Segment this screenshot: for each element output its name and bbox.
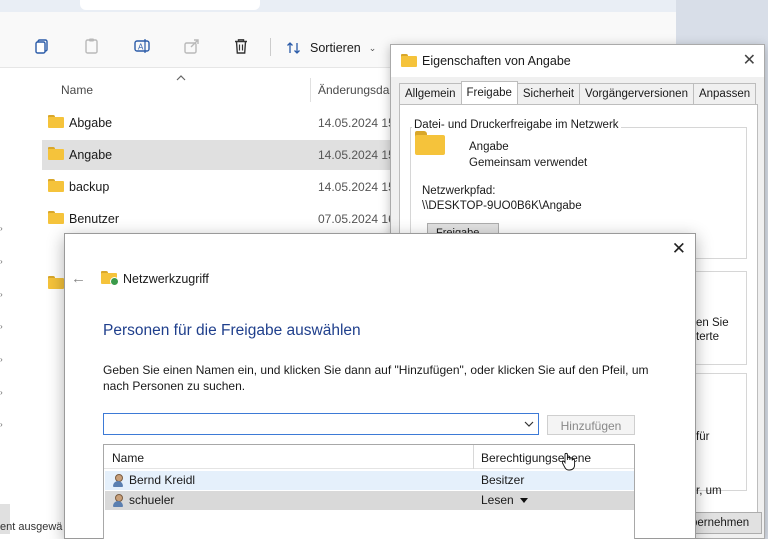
advanced-share-text-1: en Sie xyxy=(696,317,729,329)
delete-button[interactable] xyxy=(231,36,251,56)
tab-freigabe[interactable]: Freigabe xyxy=(460,81,518,105)
share-icon xyxy=(184,39,199,54)
permissions-list-header: Name Berechtigungsebene xyxy=(104,445,634,469)
file-row-backup[interactable]: backup 14.05.2024 15: xyxy=(42,172,390,202)
tab-allgemein[interactable]: Allgemein xyxy=(399,83,462,105)
user-permission: Lesen xyxy=(481,493,514,507)
network-share-icon xyxy=(101,271,119,287)
file-row-angabe[interactable]: Angabe 14.05.2024 15: xyxy=(42,140,390,170)
file-date: 14.05.2024 15: xyxy=(318,180,390,194)
rename-button[interactable]: A xyxy=(132,36,152,56)
expand-chevron-icon[interactable]: › xyxy=(0,322,8,331)
expand-chevron-icon[interactable]: › xyxy=(0,224,8,233)
svg-text:A: A xyxy=(138,43,144,52)
file-date: 07.05.2024 16: xyxy=(318,212,390,226)
tab-sicherheit[interactable]: Sicherheit xyxy=(516,83,581,105)
folder-icon[interactable] xyxy=(48,276,64,289)
folder-icon xyxy=(48,211,64,224)
file-date: 14.05.2024 15: xyxy=(318,116,390,130)
sort-icon xyxy=(287,42,300,54)
user-name: Bernd Kreidl xyxy=(129,473,196,487)
close-icon[interactable]: ✕ xyxy=(743,50,756,70)
paste-icon xyxy=(85,38,98,54)
table-row[interactable]: schueler Lesen xyxy=(105,491,634,510)
copy-button[interactable] xyxy=(32,36,52,56)
user-icon xyxy=(112,494,124,507)
column-header-modified[interactable]: Änderungsda xyxy=(318,83,389,97)
network-path-value: \\DESKTOP-9UO0B6K\Angabe xyxy=(422,200,582,212)
user-permission-dropdown[interactable]: Lesen xyxy=(481,493,528,507)
password-text-1: für xyxy=(696,431,710,443)
network-share-group-label: Datei- und Druckerfreigabe im Netzwerk xyxy=(412,119,621,131)
status-bar-text: ent ausgewä xyxy=(0,521,63,533)
sort-button[interactable]: Sortieren ⌄ xyxy=(286,38,376,58)
user-icon xyxy=(112,474,124,487)
table-row[interactable]: Bernd Kreidl Besitzer xyxy=(105,471,634,490)
user-permission: Besitzer xyxy=(481,473,525,487)
column-separator[interactable] xyxy=(473,445,474,469)
column-header-name[interactable]: Name xyxy=(61,83,93,97)
paste-button[interactable] xyxy=(82,36,102,56)
network-access-dialog: ✕ ← Netzwerkzugriff Personen für die Fre… xyxy=(64,233,696,539)
properties-tabs: Allgemein Freigabe Sicherheit Vorgängerv… xyxy=(399,81,757,105)
password-text-2: r, um xyxy=(696,485,722,497)
file-date: 14.05.2024 15: xyxy=(318,148,390,162)
share-button[interactable] xyxy=(182,36,202,56)
share-state: Gemeinsam verwendet xyxy=(469,157,588,169)
folder-icon xyxy=(48,115,64,128)
expand-chevron-icon[interactable]: › xyxy=(0,388,8,397)
file-name: backup xyxy=(69,180,110,194)
expand-chevron-icon[interactable]: › xyxy=(0,420,8,429)
combo-dropdown-arrow[interactable] xyxy=(522,416,536,432)
properties-title: Eigenschaften von Angabe xyxy=(422,54,571,68)
user-name: schueler xyxy=(129,493,175,507)
file-row-benutzer[interactable]: Benutzer 07.05.2024 16: xyxy=(42,204,390,234)
dropdown-arrow-icon xyxy=(519,498,528,504)
file-name: Angabe xyxy=(69,148,113,162)
expand-chevron-icon[interactable]: › xyxy=(0,257,8,266)
dialog-description: Geben Sie einen Namen ein, und klicken S… xyxy=(103,363,649,393)
file-name: Abgabe xyxy=(69,116,113,130)
mouse-cursor-icon xyxy=(562,452,576,471)
user-name-combobox[interactable] xyxy=(103,413,539,435)
dialog-title: Netzwerkzugriff xyxy=(123,272,209,286)
copy-icon xyxy=(35,39,48,54)
back-arrow-icon[interactable]: ← xyxy=(71,270,86,287)
tab-anpassen[interactable]: Anpassen xyxy=(692,83,757,105)
chevron-down-icon xyxy=(524,421,534,427)
tab-vorgaengerversionen[interactable]: Vorgängerversionen xyxy=(579,83,694,105)
user-name-input[interactable] xyxy=(104,414,514,434)
expand-chevron-icon[interactable]: › xyxy=(0,290,8,299)
shared-folder-icon xyxy=(415,131,445,155)
toolbar-separator xyxy=(270,38,271,56)
window-tab-active[interactable] xyxy=(80,0,260,10)
add-user-button[interactable]: Hinzufügen xyxy=(547,415,635,435)
folder-icon xyxy=(48,147,64,160)
navigation-pane: › › › › › › › D xyxy=(0,68,20,539)
close-icon[interactable]: ✕ xyxy=(672,239,686,259)
file-name: Benutzer xyxy=(69,212,120,226)
permissions-list: Name Berechtigungsebene Bernd Kreidl Bes… xyxy=(103,444,635,539)
window-tab-strip xyxy=(0,0,676,12)
users-icon xyxy=(110,277,119,286)
sort-button-label: Sortieren xyxy=(310,41,361,55)
shared-folder-name: Angabe xyxy=(469,141,509,153)
network-path-label: Netzwerkpfad: xyxy=(422,185,496,197)
window-tab[interactable] xyxy=(480,0,670,10)
trash-icon xyxy=(235,39,247,54)
properties-title-bar: Eigenschaften von Angabe ✕ xyxy=(391,45,764,77)
rename-icon: A xyxy=(134,39,150,53)
file-row-abgabe[interactable]: Abgabe 14.05.2024 15: xyxy=(42,108,390,138)
dialog-heading: Personen für die Freigabe auswählen xyxy=(103,322,361,339)
folder-icon xyxy=(401,54,417,67)
sort-ascending-caret-icon xyxy=(176,75,186,81)
expand-chevron-icon[interactable]: › xyxy=(0,355,8,364)
column-header-name[interactable]: Name xyxy=(112,451,144,465)
folder-icon xyxy=(48,179,64,192)
column-separator[interactable] xyxy=(310,78,311,102)
chevron-down-icon: ⌄ xyxy=(368,42,377,53)
advanced-share-text-2: terte xyxy=(696,331,720,343)
